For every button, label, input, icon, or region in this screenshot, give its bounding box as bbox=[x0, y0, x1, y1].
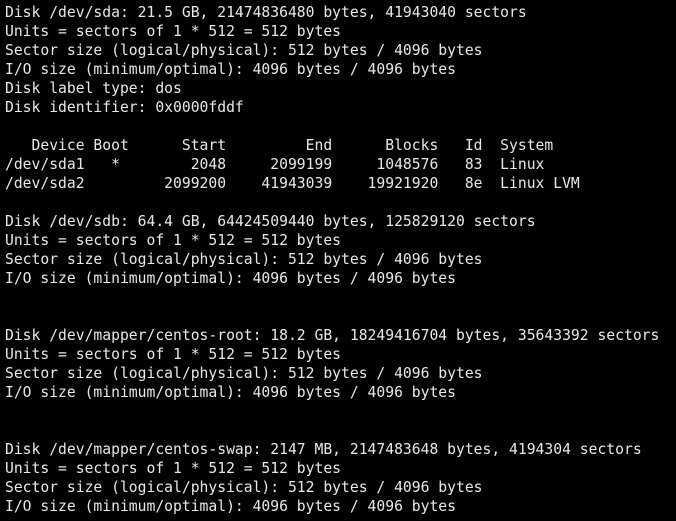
sdb-units-line: Units = sectors of 1 * 512 = 512 bytes bbox=[5, 232, 342, 249]
centos-root-sector-size-line: Sector size (logical/physical): 512 byte… bbox=[5, 365, 483, 382]
centos-root-units-line: Units = sectors of 1 * 512 = 512 bytes bbox=[5, 346, 342, 363]
sdb-sector-size-line: Sector size (logical/physical): 512 byte… bbox=[5, 251, 483, 268]
sdb-io-size-line: I/O size (minimum/optimal): 4096 bytes /… bbox=[5, 270, 456, 287]
sda-disk-identifier-line: Disk identifier: 0x0000fddf bbox=[5, 99, 244, 116]
sda-io-size-line: I/O size (minimum/optimal): 4096 bytes /… bbox=[5, 61, 456, 78]
centos-swap-disk-summary-line: Disk /dev/mapper/centos-swap: 2147 MB, 2… bbox=[5, 441, 642, 458]
sda-disk-summary-line: Disk /dev/sda: 21.5 GB, 21474836480 byte… bbox=[5, 4, 527, 21]
centos-root-io-size-line: I/O size (minimum/optimal): 4096 bytes /… bbox=[5, 384, 456, 401]
partition-row-sda2: /dev/sda2 2099200 41943039 19921920 8e L… bbox=[5, 175, 580, 192]
terminal-output[interactable]: Disk /dev/sda: 21.5 GB, 21474836480 byte… bbox=[0, 0, 676, 521]
sda-sector-size-line: Sector size (logical/physical): 512 byte… bbox=[5, 42, 483, 59]
sdb-disk-summary-line: Disk /dev/sdb: 64.4 GB, 64424509440 byte… bbox=[5, 213, 536, 230]
sda-disk-label-line: Disk label type: dos bbox=[5, 80, 182, 97]
partition-row-sda1: /dev/sda1 * 2048 2099199 1048576 83 Linu… bbox=[5, 156, 545, 173]
centos-swap-sector-size-line: Sector size (logical/physical): 512 byte… bbox=[5, 479, 483, 496]
centos-root-disk-summary-line: Disk /dev/mapper/centos-root: 18.2 GB, 1… bbox=[5, 327, 660, 344]
sda-units-line: Units = sectors of 1 * 512 = 512 bytes bbox=[5, 23, 342, 40]
partition-table-header: Device Boot Start End Blocks Id System bbox=[5, 137, 554, 154]
centos-swap-io-size-line: I/O size (minimum/optimal): 4096 bytes /… bbox=[5, 498, 456, 515]
centos-swap-units-line: Units = sectors of 1 * 512 = 512 bytes bbox=[5, 460, 342, 477]
